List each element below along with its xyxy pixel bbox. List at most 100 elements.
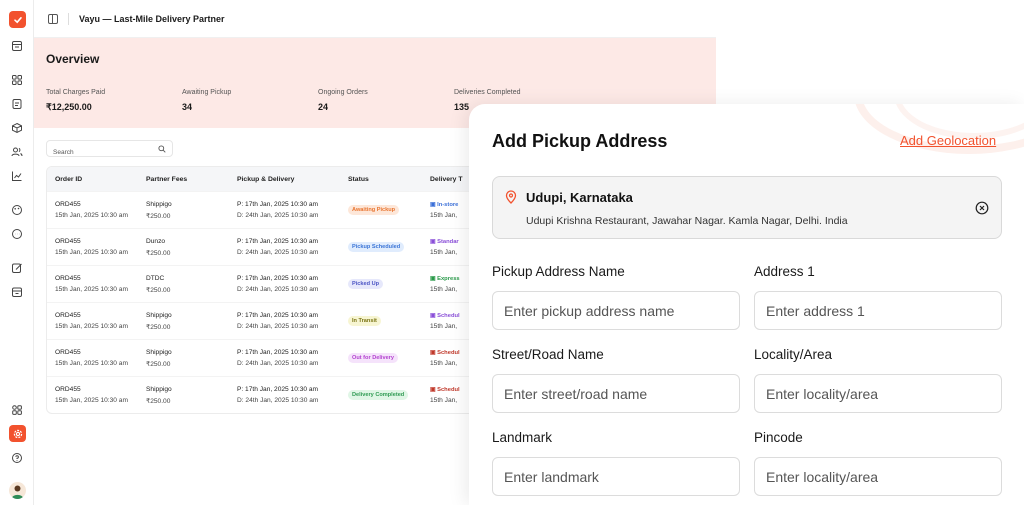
pickup-delivery-cell: P: 17th Jan, 2025 10:30 am D: 24th Jan, 2…: [237, 386, 348, 404]
pickup-address-name-field: [492, 291, 740, 330]
partner-cell: Shippigo ₹250.00: [146, 349, 237, 368]
chat-icon[interactable]: [11, 228, 23, 240]
stat-value: ₹12,250.00: [46, 102, 92, 112]
partner-name: Shippigo: [146, 348, 172, 356]
order-id[interactable]: ORD455: [55, 238, 146, 245]
partner-fee: ₹250.00: [146, 397, 171, 405]
orders-icon[interactable]: [11, 40, 23, 52]
order-date: 15th Jan, 2025 10:30 am: [55, 323, 128, 330]
document-icon[interactable]: [11, 98, 23, 110]
order-cell: ORD455 15th Jan, 2025 10:30 am: [47, 349, 146, 367]
pickup-time: P: 17th Jan, 2025 10:30 am: [237, 349, 319, 356]
order-id[interactable]: ORD455: [55, 201, 146, 208]
add-geolocation-link[interactable]: Add Geolocation: [900, 133, 996, 148]
pickup-delivery-cell: P: 17th Jan, 2025 10:30 am D: 24th Jan, 2…: [237, 201, 348, 219]
stat-label: Awaiting Pickup: [182, 89, 232, 96]
delivery-time: D: 24th Jan, 2025 10:30 am: [237, 286, 319, 293]
partner-cell: Shippigo ₹250.00: [146, 386, 237, 405]
address-1-input[interactable]: [755, 292, 1001, 329]
col-order-id[interactable]: Order ID: [47, 176, 146, 183]
box-icon[interactable]: [11, 122, 23, 134]
selected-city: Udupi, Karnataka: [526, 190, 633, 205]
delivery-time: D: 24th Jan, 2025 10:30 am: [237, 249, 319, 256]
delivery-type-label: Standar: [437, 238, 459, 245]
order-cell: ORD455 15th Jan, 2025 10:30 am: [47, 386, 146, 404]
divider: [68, 12, 69, 25]
partner-name: Shippigo: [146, 200, 172, 208]
settings-icon[interactable]: [9, 425, 26, 442]
sidebar-toggle-icon[interactable]: [48, 13, 58, 24]
partner-fee: ₹250.00: [146, 212, 171, 220]
delivery-type-label: In-store: [437, 201, 459, 208]
overview-title: Overview: [46, 52, 100, 66]
pincode-field: [754, 457, 1002, 496]
app-title: Vayu — Last-Mile Delivery Partner: [79, 13, 225, 24]
partner-cell: Shippigo ₹250.00: [146, 201, 237, 220]
status-badge: Picked Up: [348, 279, 384, 289]
search-input[interactable]: [47, 145, 147, 160]
location-pin-icon: [505, 190, 517, 204]
delivery-time: D: 24th Jan, 2025 10:30 am: [237, 360, 319, 367]
status-badge: In Transit: [348, 316, 381, 326]
order-id[interactable]: ORD455: [55, 386, 146, 393]
order-date: 15th Jan, 2025 10:30 am: [55, 249, 128, 256]
address-1-label: Address 1: [754, 264, 815, 279]
order-id[interactable]: ORD455: [55, 349, 146, 356]
street-road-name-input[interactable]: [493, 375, 739, 412]
delivery-time: D: 24th Jan, 2025 10:30 am: [237, 397, 319, 404]
order-id[interactable]: ORD455: [55, 312, 146, 319]
add-pickup-address-modal: Add Pickup Address Add Geolocation Udupi…: [469, 104, 1024, 505]
order-id[interactable]: ORD455: [55, 275, 146, 282]
landmark-input[interactable]: [493, 458, 739, 495]
archive-icon[interactable]: [11, 286, 23, 298]
partner-fee: ₹250.00: [146, 323, 171, 331]
partner-cell: Shippigo ₹250.00: [146, 312, 237, 331]
stat-awaiting-pickup: Awaiting Pickup 34: [182, 89, 231, 112]
pickup-address-name-input[interactable]: [493, 292, 739, 329]
edit-icon[interactable]: [11, 262, 23, 274]
street-road-name-label: Street/Road Name: [492, 347, 604, 362]
order-date: 15th Jan, 2025 10:30 am: [55, 286, 128, 293]
partner-name: Shippigo: [146, 311, 172, 319]
partner-fee: ₹250.00: [146, 286, 171, 294]
col-pickup-delivery[interactable]: Pickup & Delivery: [237, 176, 348, 183]
col-status[interactable]: Status: [348, 176, 430, 183]
order-cell: ORD455 15th Jan, 2025 10:30 am: [47, 238, 146, 256]
locality-area-input[interactable]: [755, 375, 1001, 412]
apps-icon[interactable]: [11, 404, 23, 416]
palette-icon[interactable]: [11, 204, 23, 216]
help-icon[interactable]: [11, 452, 23, 464]
selected-address-card[interactable]: Udupi, Karnataka Udupi Krishna Restauran…: [492, 176, 1002, 239]
partner-name: DTDC: [146, 274, 165, 282]
partner-cell: Dunzo ₹250.00: [146, 238, 237, 257]
delivery-type-label: Express: [437, 275, 460, 282]
status-badge: Delivery Completed: [348, 390, 409, 400]
selected-full-address: Udupi Krishna Restaurant, Jawahar Nagar.…: [526, 215, 848, 227]
stat-value: 34: [182, 102, 193, 112]
pickup-time: P: 17th Jan, 2025 10:30 am: [237, 386, 319, 393]
users-icon[interactable]: [11, 146, 23, 158]
pincode-input[interactable]: [755, 458, 1001, 495]
status-cell: Out for Delivery: [348, 353, 430, 363]
delivery-type-label: Schedul: [437, 386, 460, 393]
partner-cell: DTDC ₹250.00: [146, 275, 237, 294]
search-icon[interactable]: [158, 145, 166, 153]
landmark-label: Landmark: [492, 430, 553, 445]
close-icon[interactable]: [975, 201, 989, 215]
status-cell: In Transit: [348, 316, 430, 326]
grid-icon[interactable]: [11, 74, 23, 86]
partner-fee: ₹250.00: [146, 249, 171, 257]
delivery-time: D: 24th Jan, 2025 10:30 am: [237, 323, 319, 330]
checklist-logo-icon[interactable]: [9, 11, 26, 28]
pincode-label: Pincode: [754, 430, 803, 445]
delivery-type-label: Schedul: [437, 349, 460, 356]
chart-icon[interactable]: [11, 170, 23, 182]
avatar[interactable]: [9, 482, 26, 499]
locality-area-field: [754, 374, 1002, 413]
modal-title: Add Pickup Address: [492, 131, 668, 151]
delivery-time: D: 24th Jan, 2025 10:30 am: [237, 212, 319, 219]
pickup-delivery-cell: P: 17th Jan, 2025 10:30 am D: 24th Jan, 2…: [237, 238, 348, 256]
col-partner-fees[interactable]: Partner Fees: [146, 176, 237, 183]
pickup-time: P: 17th Jan, 2025 10:30 am: [237, 238, 319, 245]
stat-label: Total Charges Paid: [46, 89, 106, 96]
